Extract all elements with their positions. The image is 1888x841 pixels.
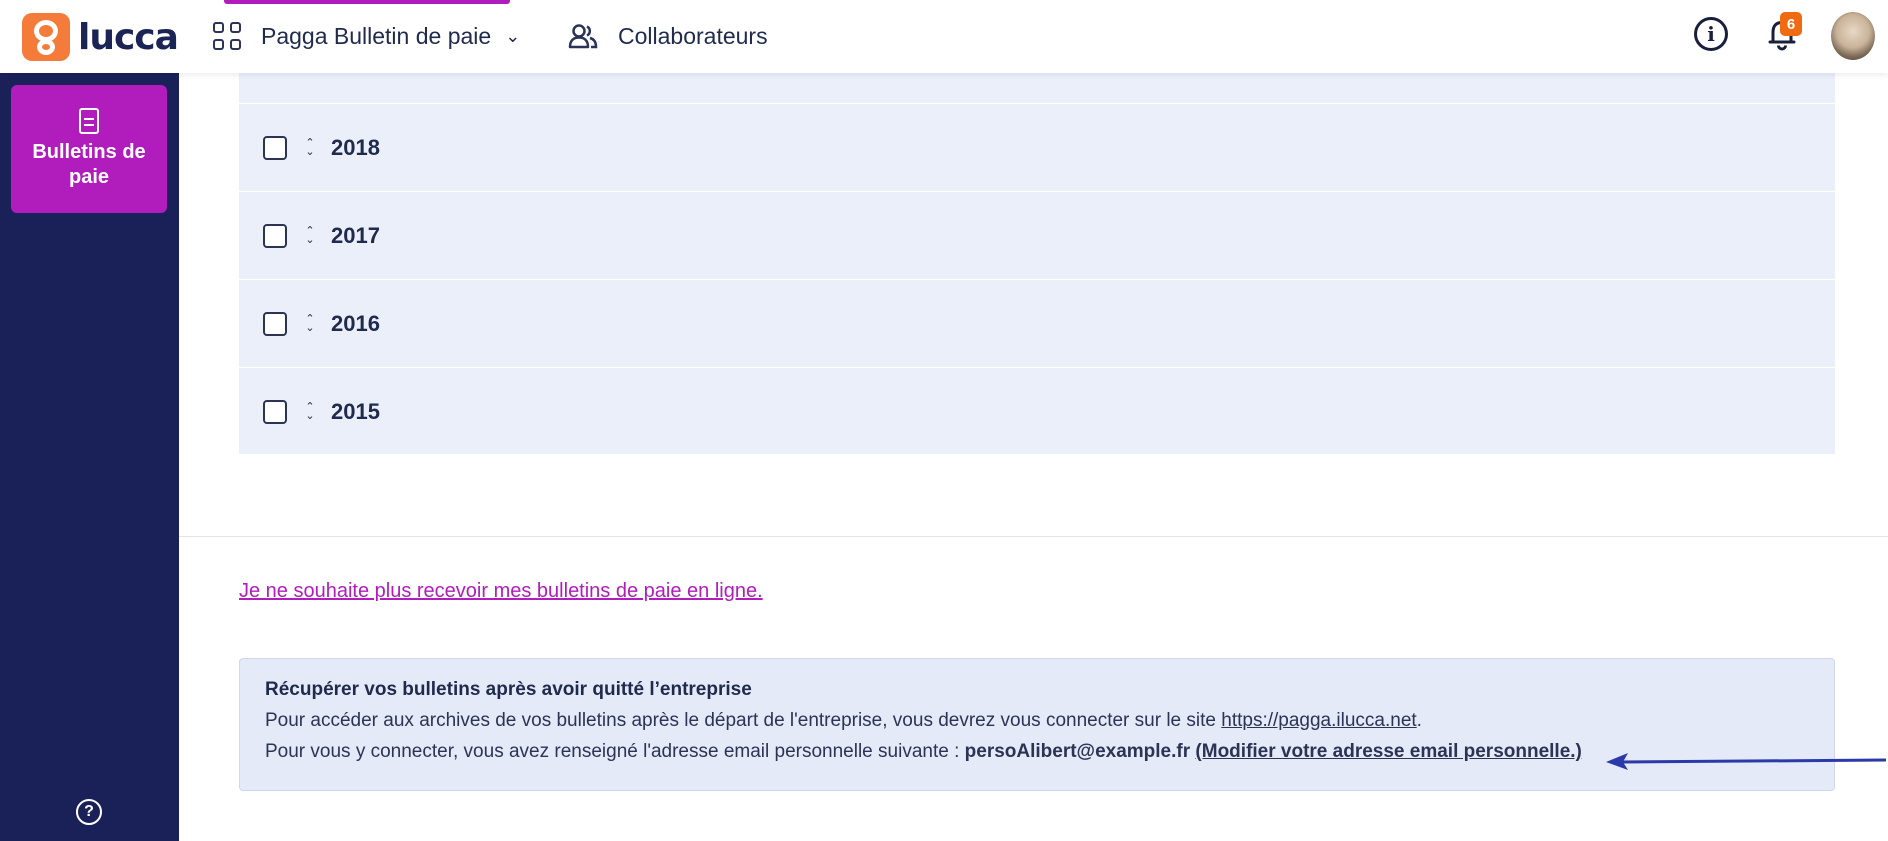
sidebar-item-bulletins[interactable]: Bulletins de paie	[11, 85, 167, 213]
info-line-email: Pour vous y connecter, vous avez renseig…	[265, 739, 1809, 765]
info-line2-text: Pour vous y connecter, vous avez renseig…	[265, 741, 965, 762]
year-checkbox[interactable]	[263, 311, 287, 336]
sidebar: Bulletins de paie ?	[0, 73, 179, 841]
people-icon	[568, 24, 598, 49]
document-icon	[79, 108, 99, 134]
year-list: ⌃ ⌄ 2018 ⌃ ⌄ 2017 ⌃ ⌄ 2016 ⌃ ⌄ 2015	[239, 73, 1835, 454]
year-label: 2018	[331, 134, 380, 160]
expand-toggle-icon[interactable]: ⌃ ⌄	[303, 137, 317, 157]
collaborateurs-label: Collaborateurs	[618, 22, 768, 49]
expand-toggle-icon[interactable]: ⌃ ⌄	[303, 313, 317, 333]
year-label: 2016	[331, 310, 380, 336]
expand-toggle-icon[interactable]: ⌃ ⌄	[303, 225, 317, 245]
list-item[interactable]: ⌃ ⌄ 2017	[239, 191, 1835, 279]
help-icon[interactable]: ?	[76, 799, 102, 825]
optout-link[interactable]: Je ne souhaite plus recevoir mes bulleti…	[239, 580, 763, 603]
collaborateurs-link[interactable]: Collaborateurs	[568, 18, 768, 54]
year-checkbox[interactable]	[263, 223, 287, 248]
expand-toggle-icon[interactable]: ⌃ ⌄	[303, 401, 317, 421]
pagga-site-link[interactable]: https://pagga.ilucca.net	[1221, 710, 1416, 731]
lucca-logo-icon	[22, 13, 70, 61]
info-line1-suffix: .	[1416, 710, 1422, 731]
list-item[interactable]: ⌃ ⌄ 2015	[239, 367, 1835, 455]
divider	[179, 536, 1888, 537]
info-box-title: Récupérer vos bulletins après avoir quit…	[265, 679, 752, 700]
modify-email-link[interactable]: (Modifier votre adresse email personnell…	[1195, 741, 1581, 762]
apps-grid-icon	[213, 22, 241, 50]
info-box: Récupérer vos bulletins après avoir quit…	[239, 658, 1835, 791]
list-item[interactable]: ⌃ ⌄ 2016	[239, 279, 1835, 367]
notification-badge: 6	[1780, 12, 1802, 36]
chevron-down-icon: ⌄	[505, 25, 521, 46]
top-bar: lucca Pagga Bulletin de paie ⌄ Collabora…	[0, 0, 1888, 73]
info-line-archives: Pour accéder aux archives de vos bulleti…	[265, 703, 1809, 739]
year-checkbox[interactable]	[263, 135, 287, 160]
info-line1-text: Pour accéder aux archives de vos bulleti…	[265, 710, 1222, 731]
info-icon[interactable]: i	[1694, 17, 1728, 51]
personal-email: persoAlibert@example.fr	[964, 741, 1191, 762]
app-name: Pagga Bulletin de paie	[261, 22, 492, 49]
year-label: 2015	[331, 398, 380, 424]
year-checkbox[interactable]	[263, 399, 287, 424]
list-item[interactable]: ⌃ ⌄ 2018	[239, 103, 1835, 191]
annotation-arrow-icon	[1606, 753, 1887, 770]
app-switcher[interactable]: Pagga Bulletin de paie ⌄	[213, 18, 520, 54]
sidebar-item-label: Bulletins de paie	[32, 141, 146, 188]
lucca-logo[interactable]: lucca	[22, 13, 179, 61]
year-label: 2017	[331, 222, 380, 248]
logo-text: lucca	[78, 16, 179, 58]
user-avatar[interactable]	[1831, 12, 1875, 60]
active-app-indicator	[224, 0, 510, 4]
